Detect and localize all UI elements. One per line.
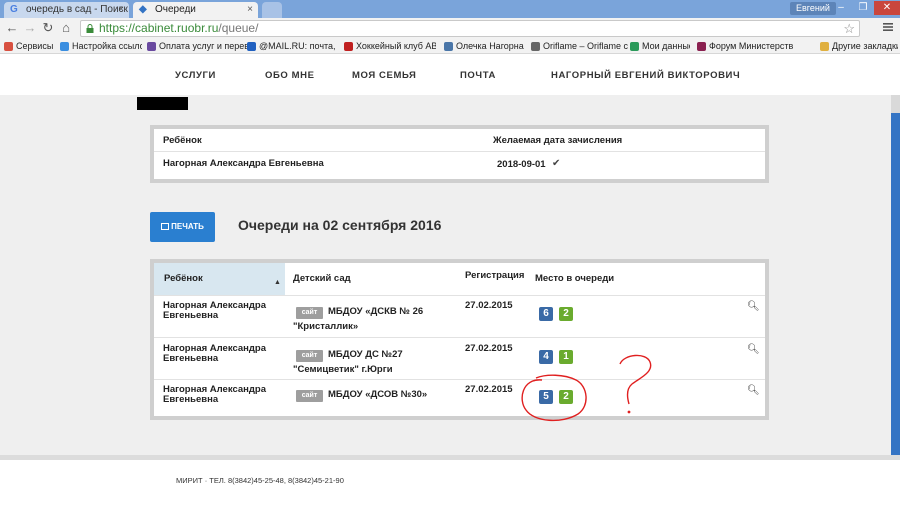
hand-annotation [521, 354, 652, 421]
summary-panel: Ребёнок Желаемая дата зачисления Нагорна… [150, 125, 769, 183]
site-badge[interactable]: сайт [296, 307, 323, 319]
url-path: /queue/ [218, 21, 259, 35]
row-child: Евгеньевна [163, 394, 219, 405]
bookmark-item[interactable]: Мои данные [630, 39, 690, 53]
hockey-icon [344, 42, 353, 51]
row-kindergarten: МБДОУ «ДСКВ № 26 [328, 306, 424, 317]
apps-icon [4, 42, 13, 51]
check-icon: ✔ [552, 158, 561, 169]
bookmark-apps[interactable]: Сервисы [4, 39, 54, 53]
row-kindergarten: МБДОУ ДС №27 [328, 349, 403, 360]
sort-header-child[interactable]: Ребёнок ▲ [154, 263, 285, 295]
place-badge: 6 [539, 307, 553, 321]
col-registration-header[interactable]: Регистрация [465, 270, 524, 281]
nav-my-family[interactable]: МОЯ СЕМЬЯ [352, 70, 416, 81]
browser-toolbar: ← → ↻ ⌂ https://cabinet.ruobr.ru/queue/ … [0, 18, 900, 38]
home-icon[interactable]: ⌂ [58, 20, 74, 36]
tab-title: очередь в сад - Поиск в [26, 4, 129, 15]
footer-divider [0, 455, 900, 460]
row-kindergarten: "Семицветик" г.Юрги [293, 364, 393, 375]
address-bar[interactable]: https://cabinet.ruobr.ru/queue/ ☆ [80, 20, 860, 37]
oriflame-icon [531, 42, 540, 51]
printer-icon [161, 223, 170, 230]
scrollbar-thumb[interactable] [891, 113, 900, 455]
row-child: Евгеньевна [163, 353, 219, 364]
question-dot [627, 410, 631, 414]
summary-date: 2018-09-01 [497, 159, 546, 170]
tab-search[interactable]: G очередь в сад - Поиск в × [4, 2, 129, 18]
row-registration: 27.02.2015 [465, 300, 513, 311]
site-icon: ◆ [139, 4, 147, 15]
bookmark-item[interactable]: Олечка Нагорная [444, 39, 524, 53]
globe-icon [147, 42, 156, 51]
window-close-icon[interactable]: ✕ [874, 1, 900, 15]
site-badge[interactable]: сайт [296, 350, 323, 362]
bookmark-star-icon[interactable]: ☆ [843, 21, 855, 36]
divider [154, 379, 765, 380]
nav-mail[interactable]: ПОЧТА [460, 70, 496, 81]
folder-icon [820, 42, 829, 51]
question-mark [619, 354, 652, 405]
divider [154, 295, 765, 296]
data-icon [630, 42, 639, 51]
back-icon[interactable]: ← [4, 20, 20, 36]
google-icon: G [10, 4, 18, 15]
print-label: ПЕЧАТЬ [171, 222, 204, 231]
col-kindergarten-header[interactable]: Детский сад [293, 273, 351, 284]
queue-table: Ребёнок ▲ Детский сад Регистрация Место … [150, 259, 769, 420]
close-icon[interactable]: × [118, 2, 124, 18]
browser-tabstrip: G очередь в сад - Поиск в × ◆ Очереди × … [0, 0, 900, 18]
footer [0, 455, 900, 506]
place-badge: 2 [559, 307, 573, 321]
reload-icon[interactable]: ↻ [40, 20, 56, 36]
nav-services[interactable]: УСЛУГИ [175, 70, 216, 81]
row-kindergarten: МБДОУ «ДСОВ №30» [328, 389, 428, 400]
redacted-block [137, 97, 188, 110]
summary-child: Нагорная Александра Евгеньевна [163, 158, 324, 169]
bookmark-other[interactable]: Другие закладки [820, 39, 898, 53]
bookmark-item[interactable]: Oriflame – Oriflame с [531, 39, 631, 53]
forward-icon[interactable]: → [22, 20, 38, 36]
tab-queues[interactable]: ◆ Очереди × [133, 2, 258, 18]
bookmark-item[interactable]: Оплата услуг и перев [147, 39, 251, 53]
maximize-icon[interactable]: ❐ [852, 1, 874, 15]
mail-icon [247, 42, 256, 51]
bookmark-item[interactable]: Настройка ссылок [60, 39, 142, 53]
nav-about-me[interactable]: ОБО МНЕ [265, 70, 315, 81]
col-child-header: Ребёнок [163, 135, 202, 146]
col-child-header: Ребёнок [164, 273, 203, 284]
new-tab-button[interactable] [262, 2, 282, 18]
col-place-header[interactable]: Место в очереди [535, 273, 614, 284]
row-child: Евгеньевна [163, 310, 219, 321]
col-date-header: Желаемая дата зачисления [493, 135, 623, 146]
vk-icon [444, 42, 453, 51]
lock-icon [86, 24, 94, 33]
search-icon[interactable]: 🔍︎ [747, 344, 760, 355]
print-button[interactable]: ПЕЧАТЬ [150, 212, 215, 242]
site-nav: УСЛУГИ ОБО МНЕ МОЯ СЕМЬЯ ПОЧТА НАГОРНЫЙ … [0, 55, 900, 95]
close-icon[interactable]: × [247, 2, 253, 18]
menu-icon[interactable] [882, 21, 894, 33]
bookmark-item[interactable]: @MAIL.RU: почта, по [247, 39, 337, 53]
annotation-circle [521, 374, 587, 421]
row-kindergarten: "Кристаллик» [293, 321, 359, 332]
sort-asc-icon[interactable]: ▲ [274, 279, 281, 286]
url-host: https://cabinet.ruobr.ru [99, 21, 219, 35]
forum-icon [697, 42, 706, 51]
search-icon[interactable]: 🔍︎ [747, 385, 760, 396]
divider [154, 337, 765, 338]
site-badge[interactable]: сайт [296, 390, 323, 402]
footer-contacts: МИРИТ · ТЕЛ. 8(3842)45-25-48, 8(3842)45-… [176, 476, 344, 485]
divider [154, 151, 765, 152]
bookmark-item[interactable]: Хоккейный клуб АВ [344, 39, 436, 53]
windows-icon [60, 42, 69, 51]
bookmarks-bar: Сервисы Настройка ссылок Оплата услуг и … [0, 38, 900, 54]
tab-title: Очереди [155, 4, 196, 15]
minimize-icon[interactable]: – [830, 1, 852, 15]
queue-title: Очереди на 02 сентября 2016 [238, 217, 442, 233]
search-icon[interactable]: 🔍︎ [747, 301, 760, 312]
bookmark-item[interactable]: Форум Министерств [697, 39, 811, 53]
nav-user-name[interactable]: НАГОРНЫЙ ЕВГЕНИЙ ВИКТОРОВИЧ [551, 70, 740, 81]
